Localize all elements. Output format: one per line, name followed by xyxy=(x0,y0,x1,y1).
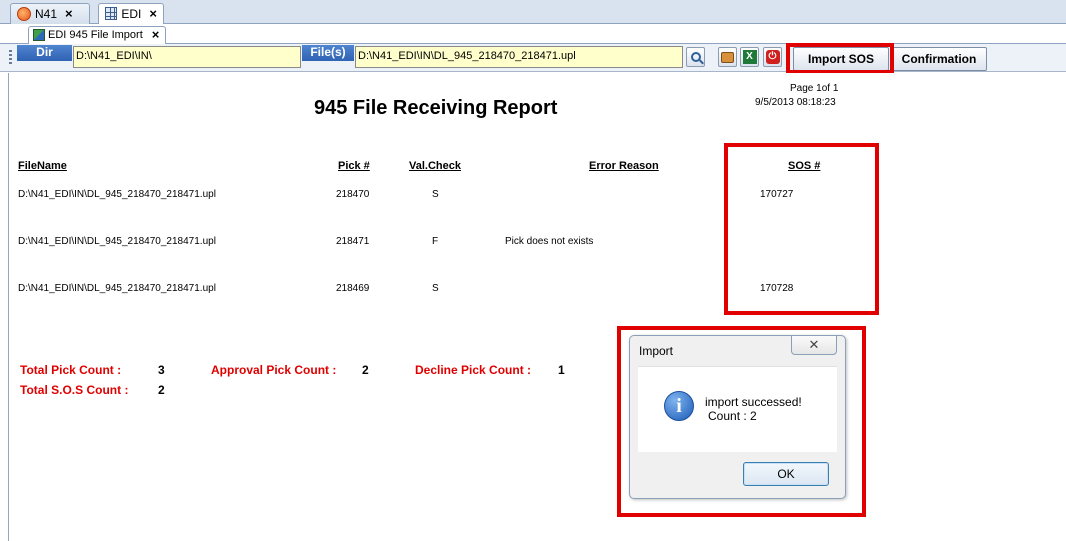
ok-button[interactable]: OK xyxy=(743,462,829,486)
sub-tab-close-icon[interactable]: × xyxy=(152,28,160,44)
approval-pick-count-label: Approval Pick Count : xyxy=(211,363,337,377)
row-3-valcheck: S xyxy=(432,283,439,294)
column-header-error-reason: Error Reason xyxy=(589,160,659,172)
tab-n41-close-icon[interactable]: × xyxy=(65,7,73,20)
files-field[interactable]: D:\N41_EDI\IN\DL_945_218470_218471.upl xyxy=(355,46,683,68)
tab-edi-close-icon[interactable]: × xyxy=(149,7,157,20)
report-viewer: 945 File Receiving Report Page 1of 1 9/5… xyxy=(8,73,1066,541)
tab-edi[interactable]: EDI × xyxy=(98,3,164,25)
row-3-filename: D:\N41_EDI\IN\DL_945_218470_218471.upl xyxy=(18,283,216,294)
decline-pick-count-value: 1 xyxy=(558,363,565,377)
report-timestamp: 9/5/2013 08:18:23 xyxy=(755,97,836,108)
approval-pick-count-value: 2 xyxy=(362,363,369,377)
search-icon xyxy=(690,52,701,62)
column-header-filename: FileName xyxy=(18,160,67,172)
total-sos-count-value: 2 xyxy=(158,383,165,397)
row-1-filename: D:\N41_EDI\IN\DL_945_218470_218471.upl xyxy=(18,189,216,200)
dialog-message: import successed! Count : 2 xyxy=(705,395,802,423)
n41-logo-icon xyxy=(17,7,31,21)
close-power-button[interactable]: ⏻ xyxy=(763,47,782,67)
print-button[interactable] xyxy=(718,47,737,67)
info-icon: i xyxy=(664,391,694,421)
row-1-pick: 218470 xyxy=(336,189,370,200)
files-label: File(s) xyxy=(302,45,354,61)
page-indicator: Page 1of 1 xyxy=(790,83,839,94)
dialog-message-line-1: import successed! xyxy=(705,395,802,409)
printer-icon xyxy=(721,51,734,63)
confirmation-button[interactable]: Confirmation xyxy=(891,47,987,71)
dialog-body: i import successed! Count : 2 xyxy=(638,366,837,452)
import-sos-highlight xyxy=(786,43,894,74)
excel-icon: X xyxy=(742,50,757,64)
sub-tab-label: EDI 945 File Import xyxy=(48,29,143,41)
total-pick-count-value: 3 xyxy=(158,363,165,377)
decline-pick-count-label: Decline Pick Count : xyxy=(415,363,532,377)
import-icon xyxy=(33,29,45,41)
sos-column-highlight xyxy=(724,143,879,315)
import-dialog: Import ✕ i import successed! Count : 2 O… xyxy=(629,335,846,499)
tab-edi-945-file-import[interactable]: EDI 945 File Import × xyxy=(28,26,167,44)
dialog-title: Import xyxy=(639,344,674,358)
toolbar-grip-icon[interactable] xyxy=(9,50,12,66)
dir-label: Dir xyxy=(17,45,72,61)
row-2-pick: 218471 xyxy=(336,236,370,247)
grid-icon xyxy=(105,7,118,20)
column-header-pick: Pick # xyxy=(338,160,370,172)
toolbar: Dir D:\N41_EDI\IN\ File(s) D:\N41_EDI\IN… xyxy=(0,44,1066,72)
row-1-valcheck: S xyxy=(432,189,439,200)
sub-tab-bar: EDI 945 File Import × xyxy=(0,24,1066,44)
row-2-valcheck: F xyxy=(432,236,439,247)
total-sos-count-label: Total S.O.S Count : xyxy=(20,383,129,397)
app-window: N41 × EDI × EDI 945 File Import × Dir D:… xyxy=(0,0,1066,541)
power-icon: ⏻ xyxy=(765,50,780,64)
document-tab-bar: N41 × EDI × xyxy=(0,0,1066,25)
dialog-close-button[interactable]: ✕ xyxy=(791,336,837,355)
tab-edi-label: EDI xyxy=(121,7,142,21)
browse-search-button[interactable] xyxy=(686,47,705,67)
column-header-valcheck: Val.Check xyxy=(409,160,461,172)
export-excel-button[interactable]: X xyxy=(740,47,759,67)
dialog-message-line-2: Count : 2 xyxy=(708,409,757,423)
row-2-filename: D:\N41_EDI\IN\DL_945_218470_218471.upl xyxy=(18,236,216,247)
tab-n41-label: N41 xyxy=(35,7,58,21)
row-3-pick: 218469 xyxy=(336,283,370,294)
tab-n41[interactable]: N41 × xyxy=(10,3,90,24)
total-pick-count-label: Total Pick Count : xyxy=(20,363,122,377)
row-2-error: Pick does not exists xyxy=(505,236,594,247)
dir-field[interactable]: D:\N41_EDI\IN\ xyxy=(73,46,301,68)
report-title: 945 File Receiving Report xyxy=(314,97,558,119)
